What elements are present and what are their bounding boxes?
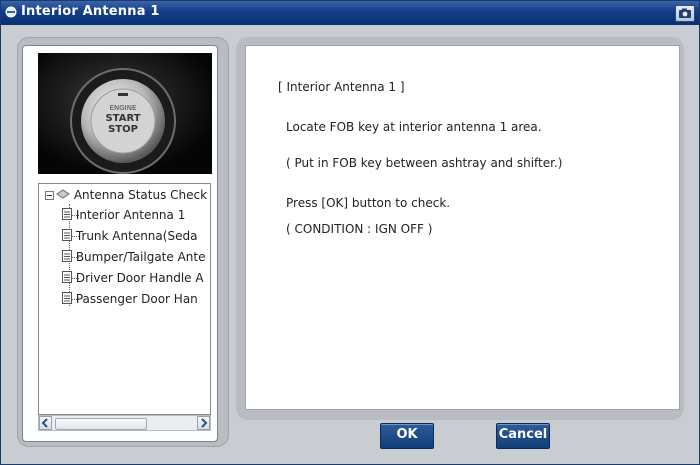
folder-icon — [56, 189, 70, 199]
engine-start-stop-image: ENGINE START STOP — [38, 53, 212, 174]
tree-item-label: Bumper/Tailgate Ante — [75, 250, 206, 264]
instruction-line: Press [OK] button to check. — [286, 196, 451, 210]
screenshot-button[interactable] — [675, 5, 695, 22]
instruction-line: Locate FOB key at interior antenna 1 are… — [286, 120, 542, 134]
document-icon — [62, 250, 72, 262]
document-icon — [62, 271, 72, 283]
tree-item[interactable]: Driver Door Handle A — [62, 269, 204, 287]
instruction-condition: ( CONDITION : IGN OFF ) — [286, 222, 433, 236]
document-icon — [62, 229, 72, 241]
tree-root-label: Antenna Status Check — [73, 188, 208, 202]
tree-item-label: Passenger Door Han — [75, 292, 198, 306]
start-label: START — [105, 113, 140, 124]
engine-start-button-photo: ENGINE START STOP — [38, 53, 212, 174]
instruction-heading: [ Interior Antenna 1 ] — [278, 80, 405, 94]
tree-item[interactable]: Passenger Door Han — [62, 290, 198, 308]
instruction-line: ( Put in FOB key between ashtray and shi… — [286, 156, 563, 170]
cancel-button[interactable]: Cancel — [496, 423, 550, 449]
tree-root-item[interactable]: Antenna Status Check — [56, 186, 207, 204]
tree-item-label: Interior Antenna 1 — [75, 208, 186, 222]
horizontal-scrollbar[interactable] — [38, 415, 211, 431]
instructions-panel: [ Interior Antenna 1 ] Locate FOB key at… — [245, 45, 680, 410]
document-icon — [62, 292, 72, 304]
engine-label: ENGINE — [110, 104, 137, 112]
chevron-left-icon — [41, 418, 48, 428]
tree-item[interactable]: Trunk Antenna(Seda — [62, 227, 197, 245]
camera-icon — [679, 8, 691, 18]
collapse-icon[interactable] — [45, 191, 54, 200]
scroll-right-button[interactable] — [197, 416, 210, 430]
stop-label: STOP — [108, 124, 138, 135]
chevron-right-icon — [201, 418, 208, 428]
tree-item-label: Trunk Antenna(Seda — [75, 229, 198, 243]
antenna-tree: Antenna Status Check Interior Antenna 1 … — [38, 183, 211, 415]
scroll-left-button[interactable] — [39, 416, 52, 430]
document-icon — [62, 208, 72, 220]
ok-button[interactable]: OK — [380, 423, 434, 449]
window-title: Interior Antenna 1 — [21, 4, 160, 19]
scroll-thumb[interactable] — [55, 418, 147, 430]
tree-item[interactable]: Interior Antenna 1 — [62, 206, 185, 224]
tree-item-label: Driver Door Handle A — [75, 271, 204, 285]
dialog-window: Interior Antenna 1 ENGINE START STOP Ant… — [0, 0, 700, 465]
title-bar[interactable]: Interior Antenna 1 — [1, 1, 699, 25]
tree-item[interactable]: Bumper/Tailgate Ante — [62, 248, 205, 266]
app-icon — [5, 6, 17, 18]
